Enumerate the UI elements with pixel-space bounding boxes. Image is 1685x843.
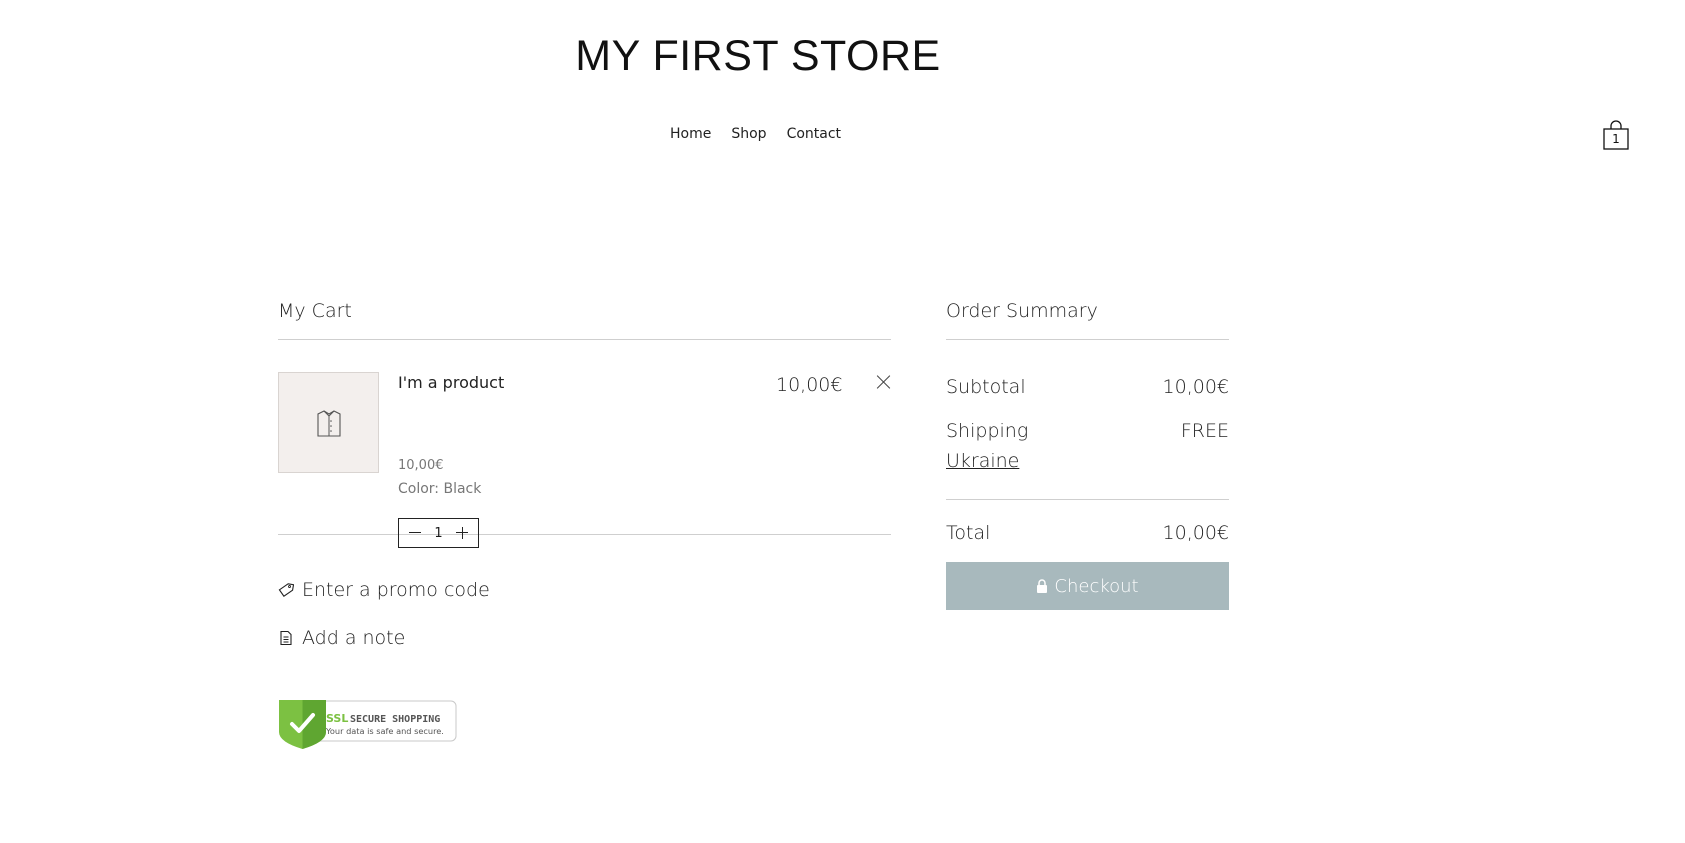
nav-item-shop[interactable]: Shop — [731, 126, 766, 142]
store-title[interactable]: MY FIRST STORE — [0, 32, 1516, 81]
total-label: Total — [946, 522, 991, 544]
ssl-tagline: Your data is safe and secure. — [325, 726, 444, 736]
product-name[interactable]: I'm a product — [398, 373, 504, 392]
shirt-icon — [316, 409, 341, 437]
shipping-label: Shipping — [946, 420, 1029, 442]
product-thumbnail[interactable] — [278, 372, 379, 473]
nav-item-home[interactable]: Home — [670, 126, 711, 142]
promo-code-link[interactable]: Enter a promo code — [278, 579, 490, 601]
cart-button[interactable]: 1 — [1603, 120, 1629, 150]
product-option: Color: Black — [398, 481, 482, 497]
total-row: Total 10,00€ — [946, 522, 1229, 544]
cart-title: My Cart — [278, 300, 891, 340]
shipping-destination-link[interactable]: Ukraine — [946, 450, 1019, 472]
checkout-button[interactable]: Checkout — [946, 562, 1229, 610]
subtotal-value: 10,00€ — [1162, 376, 1229, 398]
cart-section: My Cart I'm a product 10,00€ Color: Blac… — [278, 300, 892, 548]
total-value: 10,00€ — [1162, 522, 1229, 544]
nav-item-contact[interactable]: Contact — [787, 126, 841, 142]
quantity-value[interactable]: 1 — [434, 526, 442, 541]
decrease-quantity-button[interactable] — [408, 526, 422, 540]
ssl-subtitle: SECURE SHOPPING — [350, 714, 440, 725]
add-note-label: Add a note — [302, 627, 406, 649]
ssl-shield-icon: SSL SECURE SHOPPING Your data is safe an… — [279, 700, 457, 749]
product-line-total: 10,00€ — [776, 374, 843, 396]
ssl-secure-badge: SSL SECURE SHOPPING Your data is safe an… — [278, 698, 458, 750]
lock-icon — [1037, 579, 1048, 593]
subtotal-label: Subtotal — [946, 376, 1026, 398]
shipping-row: Shipping FREE — [946, 420, 1229, 442]
product-unit-price: 10,00€ — [398, 458, 444, 473]
add-note-link[interactable]: Add a note — [278, 627, 405, 649]
main-nav: Home Shop Contact — [670, 126, 841, 142]
order-summary-title: Order Summary — [946, 300, 1229, 340]
subtotal-row: Subtotal 10,00€ — [946, 376, 1229, 398]
note-icon — [280, 630, 292, 646]
quantity-stepper: 1 — [398, 518, 479, 548]
cart-count-badge: 1 — [1612, 132, 1620, 146]
tag-icon — [278, 583, 294, 597]
promo-code-label: Enter a promo code — [302, 579, 490, 601]
order-summary: Order Summary Subtotal 10,00€ Shipping F… — [946, 300, 1229, 610]
shipping-value: FREE — [1180, 420, 1229, 442]
remove-item-button[interactable] — [876, 374, 892, 390]
summary-divider — [946, 499, 1229, 500]
ssl-label: SSL — [326, 712, 348, 725]
increase-quantity-button[interactable] — [455, 526, 469, 540]
checkout-label: Checkout — [1054, 575, 1139, 597]
cart-line-item: I'm a product 10,00€ Color: Black 1 10,0… — [278, 340, 892, 548]
